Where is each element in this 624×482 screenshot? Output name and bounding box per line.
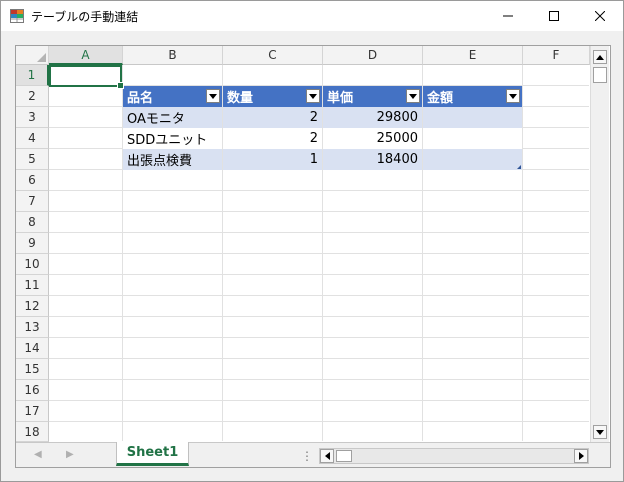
scroll-up-arrow-icon xyxy=(596,54,604,60)
table-cell[interactable] xyxy=(423,128,522,149)
row-header[interactable]: 6 xyxy=(16,170,49,191)
column-header-d[interactable]: D xyxy=(323,46,423,65)
filter-arrow-icon xyxy=(409,93,417,99)
spreadsheet-app-icon xyxy=(10,9,24,23)
grid-line xyxy=(49,400,589,401)
grid-line xyxy=(49,358,589,359)
grid-line xyxy=(49,190,589,191)
row-header[interactable]: 3 xyxy=(16,107,49,128)
filter-arrow-icon xyxy=(509,93,517,99)
app-window: テーブルの手動連結 A B C D E F 1 2 3 4 5 6 7 8 9 … xyxy=(0,0,624,482)
scroll-left-button[interactable] xyxy=(320,449,334,463)
scroll-right-arrow-icon xyxy=(578,452,584,460)
column-header-b[interactable]: B xyxy=(123,46,223,65)
grid-line xyxy=(49,295,589,296)
column-header-a[interactable]: A xyxy=(49,46,123,65)
close-icon xyxy=(595,11,605,21)
scroll-left-arrow-icon xyxy=(324,452,330,460)
row-header[interactable]: 16 xyxy=(16,380,49,401)
filter-dropdown-button[interactable] xyxy=(406,89,420,103)
vertical-scrollbar[interactable] xyxy=(590,46,609,442)
table-header-label: 単価 xyxy=(327,91,354,106)
filter-arrow-icon xyxy=(209,93,217,99)
row-header[interactable]: 11 xyxy=(16,275,49,296)
table-cell[interactable]: OAモニタ xyxy=(123,107,222,128)
maximize-icon xyxy=(549,11,559,21)
maximize-button[interactable] xyxy=(531,1,577,31)
filter-dropdown-button[interactable] xyxy=(306,89,320,103)
table-cell[interactable]: 1 xyxy=(223,149,322,170)
filter-arrow-icon xyxy=(309,93,317,99)
row-header[interactable]: 12 xyxy=(16,296,49,317)
table-header-label: 数量 xyxy=(227,91,254,106)
grid-line xyxy=(49,232,589,233)
row-header[interactable]: 15 xyxy=(16,359,49,380)
row-header[interactable]: 14 xyxy=(16,338,49,359)
column-header-f[interactable]: F xyxy=(523,46,590,65)
select-all-triangle-icon xyxy=(37,53,46,62)
horizontal-scroll-thumb[interactable] xyxy=(336,450,352,462)
column-header-e[interactable]: E xyxy=(423,46,523,65)
grid-line xyxy=(49,316,589,317)
table-cell[interactable]: SDDユニット xyxy=(123,128,222,149)
row-header[interactable]: 2 xyxy=(16,86,49,107)
sheet-tab-bar: ◀ ▶ Sheet1 ⋮ xyxy=(16,442,610,467)
grid-line xyxy=(49,337,589,338)
table-cell[interactable] xyxy=(423,149,522,170)
window-title: テーブルの手動連結 xyxy=(31,10,139,24)
select-all-corner[interactable] xyxy=(16,46,49,65)
grid-line xyxy=(49,274,589,275)
scroll-up-button[interactable] xyxy=(593,50,607,64)
table-cell[interactable]: 2 xyxy=(223,107,322,128)
fill-handle[interactable] xyxy=(117,82,124,89)
sheet-nav-prev-icon[interactable]: ◀ xyxy=(34,449,42,460)
row-header[interactable]: 1 xyxy=(16,65,49,86)
table-cell[interactable]: 29800 xyxy=(323,107,422,128)
row-header[interactable]: 9 xyxy=(16,233,49,254)
row-header[interactable]: 5 xyxy=(16,149,49,170)
row-header[interactable]: 17 xyxy=(16,401,49,422)
row-header[interactable]: 8 xyxy=(16,212,49,233)
spreadsheet-control: A B C D E F 1 2 3 4 5 6 7 8 9 10 11 12 1… xyxy=(15,45,611,468)
filter-dropdown-button[interactable] xyxy=(506,89,520,103)
close-button[interactable] xyxy=(577,1,623,31)
title-bar: テーブルの手動連結 xyxy=(1,1,623,31)
row-header[interactable]: 18 xyxy=(16,422,49,442)
table-header-cell[interactable]: 金額 xyxy=(423,86,522,107)
row-header[interactable]: 10 xyxy=(16,254,49,275)
active-cell-selection[interactable] xyxy=(49,65,124,89)
grid-line xyxy=(49,421,589,422)
table-header-cell[interactable]: 単価 xyxy=(323,86,422,107)
cell-grid[interactable]: 品名 数量 単価 金額 OAモニタ 2 29800 SDDユニット 2 2500… xyxy=(49,65,589,441)
table-cell[interactable]: 18400 xyxy=(323,149,422,170)
column-header-c[interactable]: C xyxy=(223,46,323,65)
minimize-icon xyxy=(503,15,513,17)
grid-line xyxy=(49,253,589,254)
table-header-label: 品名 xyxy=(127,91,154,106)
scroll-right-button[interactable] xyxy=(574,449,588,463)
table-cell[interactable]: 25000 xyxy=(323,128,422,149)
grid-line xyxy=(49,379,589,380)
table-header-label: 金額 xyxy=(427,91,454,106)
sheet-nav-next-icon[interactable]: ▶ xyxy=(66,449,74,460)
scroll-down-arrow-icon xyxy=(596,429,604,435)
table-cell[interactable]: 出張点検費 xyxy=(123,149,222,170)
table-cell[interactable] xyxy=(423,107,522,128)
table-resize-handle[interactable] xyxy=(517,165,521,169)
table-header-cell[interactable]: 品名 xyxy=(123,86,222,107)
row-header[interactable]: 13 xyxy=(16,317,49,338)
row-header[interactable]: 4 xyxy=(16,128,49,149)
scroll-down-button[interactable] xyxy=(593,425,607,439)
table-cell[interactable]: 2 xyxy=(223,128,322,149)
minimize-button[interactable] xyxy=(485,1,531,31)
vertical-scroll-thumb[interactable] xyxy=(593,67,607,83)
filter-dropdown-button[interactable] xyxy=(206,89,220,103)
table-header-cell[interactable]: 数量 xyxy=(223,86,322,107)
tab-splitter-icon[interactable]: ⋮ xyxy=(301,449,313,463)
horizontal-scrollbar[interactable] xyxy=(319,448,589,464)
grid-line xyxy=(49,211,589,212)
sheet-tab-sheet1[interactable]: Sheet1 xyxy=(116,442,189,466)
row-header[interactable]: 7 xyxy=(16,191,49,212)
